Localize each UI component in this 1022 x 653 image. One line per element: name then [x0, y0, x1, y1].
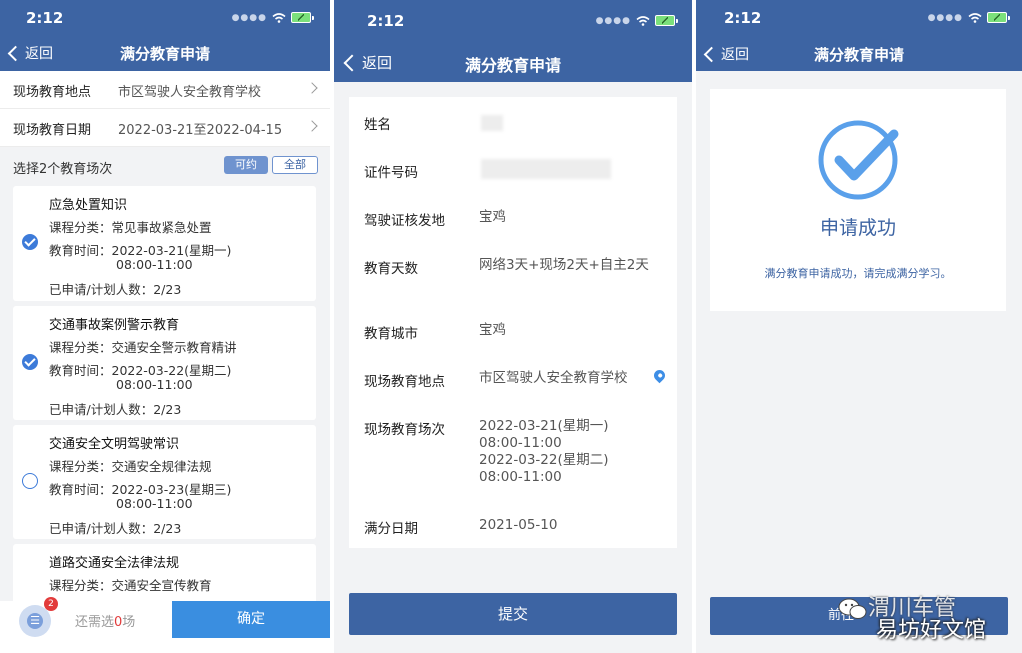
- session-card[interactable]: 交通安全文明驾驶常识 课程分类：交通安全规律法规 教育时间：2022-03-23…: [13, 425, 316, 539]
- wifi-icon: [272, 12, 286, 23]
- session-count: 已申请/计划人数：2/23: [49, 521, 182, 536]
- select-hint: 选择2个教育场次: [13, 162, 113, 177]
- success-check-icon: [818, 120, 899, 200]
- signal-icon: ●●●●: [927, 12, 963, 23]
- success-card: 申请成功 满分教育申请成功，请完成满分学习。: [710, 89, 1006, 311]
- name-value-redacted: [481, 115, 503, 131]
- id-label: 证件号码: [364, 165, 418, 181]
- session-line: 2022-03-22(星期二): [479, 452, 609, 468]
- battery-icon: [291, 12, 314, 23]
- session-name: 交通安全文明驾驶常识: [49, 437, 180, 452]
- status-icons: ●●●●: [232, 12, 314, 23]
- session-count: 已申请/计划人数：2/23: [49, 402, 182, 417]
- battery-icon: [655, 15, 678, 26]
- location-label: 现场教育地点: [13, 85, 92, 100]
- license-label: 驾驶证核发地: [364, 213, 445, 229]
- page-title: 满分教育申请: [119, 45, 210, 63]
- confirm-button[interactable]: 确定: [172, 601, 330, 638]
- nav-bar: 2:12 ●●●● 返回 满分教育申请: [696, 0, 1022, 71]
- place-value: 市区驾驶人安全教育学校: [479, 370, 628, 386]
- full-date-value: 2021-05-10: [479, 517, 558, 533]
- location-pin-icon[interactable]: [651, 367, 668, 384]
- unchecked-icon[interactable]: [22, 473, 38, 489]
- license-value: 宝鸡: [479, 209, 506, 225]
- status-time: 2:12: [724, 9, 762, 27]
- session-card[interactable]: 应急处置知识 课程分类：常见事故紧急处置 教育时间：2022-03-21(星期一…: [13, 186, 316, 301]
- filter-all-button[interactable]: 全部: [272, 156, 318, 174]
- session-category: 课程分类：交通安全规律法规: [49, 459, 212, 474]
- name-label: 姓名: [364, 117, 391, 133]
- location-value: 市区驾驶人安全教育学校: [118, 85, 262, 100]
- session-category: 课程分类：交通安全宣传教育: [49, 578, 212, 593]
- full-date-label: 满分日期: [364, 521, 418, 537]
- page-title: 满分教育申请: [813, 46, 904, 64]
- application-form: 姓名 证件号码 驾驶证核发地 宝鸡 教育天数 网络3天+现场2天+自主2天 教育…: [349, 97, 677, 548]
- screen-application-review: 2:12 ●●●● 返回 满分教育申请 姓名 证件号码 驾驶证核发地 宝鸡 教育…: [334, 0, 692, 653]
- screen-session-selection: 2:12 ●●●● 返回 满分教育申请 现场教育地点 市区驾驶人安全教育学校 现…: [0, 0, 330, 653]
- location-row[interactable]: 现场教育地点 市区驾驶人安全教育学校: [0, 71, 330, 109]
- session-category: 课程分类：常见事故紧急处置: [49, 220, 212, 235]
- sessions-label: 现场教育场次: [364, 422, 445, 438]
- signal-icon: ●●●●: [231, 12, 267, 23]
- session-card[interactable]: 交通事故案例警示教育 课程分类：交通安全警示教育精讲 教育时间：2022-03-…: [13, 306, 316, 420]
- wifi-icon: [968, 12, 982, 23]
- days-value: 网络3天+现场2天+自主2天: [479, 257, 649, 273]
- nav-bar: 2:12 ●●●● 返回 满分教育申请: [334, 0, 692, 82]
- city-label: 教育城市: [364, 326, 418, 342]
- session-line: 08:00-11:00: [479, 469, 562, 485]
- session-name: 应急处置知识: [49, 198, 128, 213]
- session-hours: 08:00-11:00: [116, 257, 193, 272]
- status-icons: ●●●●: [928, 12, 1010, 23]
- remaining-text: 还需选0场: [75, 615, 136, 630]
- session-line: 2022-03-21(星期一): [479, 418, 609, 434]
- wifi-icon: [636, 15, 650, 26]
- bottom-bar: ☰ 2 还需选0场 确定: [0, 597, 330, 653]
- checked-icon[interactable]: [22, 354, 38, 370]
- session-hours: 08:00-11:00: [116, 496, 193, 511]
- session-category: 课程分类：交通安全警示教育精讲: [49, 340, 237, 355]
- list-icon: ☰: [27, 613, 43, 629]
- checked-icon[interactable]: [22, 234, 38, 250]
- session-hours: 08:00-11:00: [116, 377, 193, 392]
- session-name: 交通事故案例警示教育: [49, 318, 180, 333]
- status-time: 2:12: [367, 12, 405, 30]
- watermark-line2: 易坊好文馆: [876, 618, 987, 643]
- session-count: 已申请/计划人数：2/23: [49, 282, 182, 297]
- success-message: 满分教育申请成功，请完成满分学习。: [764, 267, 952, 280]
- watermark: 渭川车管 易坊好文馆: [838, 588, 1008, 646]
- selected-count-badge: 2: [44, 597, 58, 611]
- status-icons: ●●●●: [596, 15, 678, 26]
- submit-button[interactable]: 提交: [349, 593, 677, 635]
- wechat-logo-icon: [838, 598, 867, 619]
- screen-success: 2:12 ●●●● 返回 满分教育申请 申请成功 满分教育申请成功，请完成满分学…: [696, 0, 1022, 653]
- date-label: 现场教育日期: [13, 123, 92, 138]
- nav-bar: 2:12 ●●●● 返回 满分教育申请: [0, 0, 330, 71]
- filter-available-button[interactable]: 可约: [224, 156, 268, 174]
- id-value-redacted: [481, 159, 611, 179]
- page-title: 满分教育申请: [464, 56, 561, 75]
- success-title: 申请成功: [819, 217, 896, 239]
- status-time: 2:12: [26, 9, 64, 27]
- chevron-right-icon: [306, 82, 318, 94]
- session-line: 08:00-11:00: [479, 435, 562, 451]
- date-value: 2022-03-21至2022-04-15: [118, 123, 283, 138]
- place-label: 现场教育地点: [364, 374, 445, 390]
- chevron-right-icon: [306, 120, 318, 132]
- session-name: 道路交通安全法律法规: [49, 556, 180, 571]
- days-label: 教育天数: [364, 261, 418, 277]
- battery-icon: [987, 12, 1010, 23]
- city-value: 宝鸡: [479, 322, 506, 338]
- signal-icon: ●●●●: [595, 15, 631, 26]
- date-row[interactable]: 现场教育日期 2022-03-21至2022-04-15: [0, 109, 330, 147]
